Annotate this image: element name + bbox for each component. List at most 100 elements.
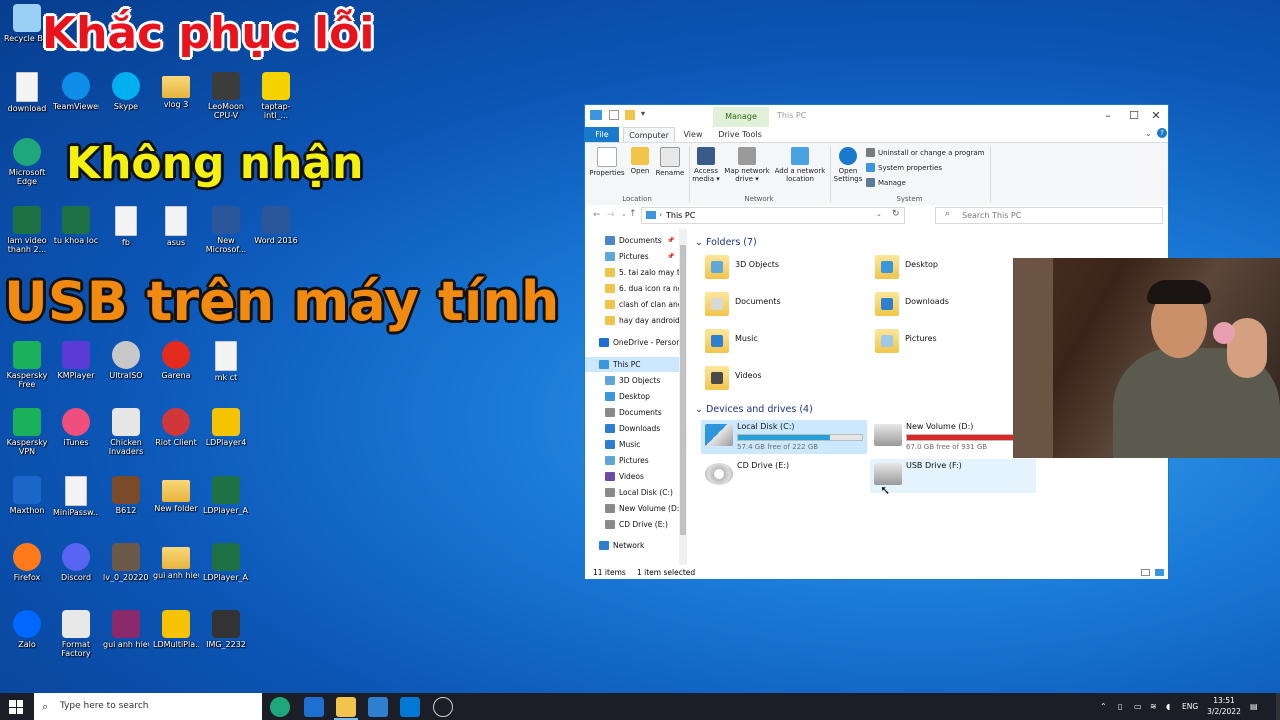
desktop-icon[interactable]: mk ct xyxy=(203,341,249,382)
properties-button[interactable]: Properties xyxy=(589,147,625,177)
system-properties-link[interactable]: System properties xyxy=(866,163,942,172)
mail-taskbar-icon[interactable] xyxy=(400,697,420,717)
drive-item[interactable]: USB Drive (F:) xyxy=(870,459,1036,493)
desktop-icon[interactable]: New folder xyxy=(153,476,199,513)
nav-item[interactable]: Documents 📌 xyxy=(585,233,679,248)
desktop-icon[interactable]: lv_0_20220... xyxy=(103,543,149,582)
new-folder-quick-icon[interactable] xyxy=(625,110,635,120)
volume-icon[interactable]: ◖ xyxy=(1166,693,1170,720)
add-network-location-button[interactable]: Add a network location xyxy=(773,147,827,183)
folder-item[interactable]: Desktop xyxy=(875,255,938,283)
desktop-icon[interactable]: Chicken Invaders xyxy=(103,408,149,456)
desktop-icon[interactable]: Riot Client xyxy=(153,408,199,447)
folder-item[interactable]: Documents xyxy=(705,292,781,320)
drives-section-header[interactable]: ⌄ Devices and drives (4) xyxy=(695,404,813,415)
manage-contextual-tab[interactable]: Manage xyxy=(713,107,769,127)
nav-item[interactable]: OneDrive - Person xyxy=(585,335,679,350)
refresh-icon[interactable]: ↻ xyxy=(892,209,900,219)
forward-arrow-icon[interactable]: → xyxy=(607,210,615,220)
desktop-icon[interactable]: Kaspersky Free xyxy=(4,341,50,389)
tab-computer[interactable]: Computer xyxy=(623,127,675,143)
folder-item[interactable]: Videos xyxy=(705,366,762,394)
desktop-icon[interactable]: fb xyxy=(103,206,149,247)
close-button[interactable]: ✕ xyxy=(1143,108,1168,124)
desktop-icon[interactable]: Word 2016 xyxy=(253,206,299,245)
drive-item[interactable]: CD Drive (E:) xyxy=(701,459,867,493)
nav-item[interactable]: Pictures 📌 xyxy=(585,249,679,264)
map-network-drive-button[interactable]: Map network drive ▾ xyxy=(723,147,771,183)
search-box[interactable]: Search This PC xyxy=(935,207,1163,224)
help-icon[interactable]: ? xyxy=(1157,128,1167,138)
open-button[interactable]: Open xyxy=(627,147,653,175)
desktop-icon[interactable]: vlog 3 xyxy=(153,72,199,109)
back-arrow-icon[interactable]: ← xyxy=(593,210,601,220)
usb-tray-icon[interactable]: ▯ xyxy=(1118,693,1122,720)
desktop-icon[interactable]: LeoMoon CPU-V xyxy=(203,72,249,120)
show-hidden-icons[interactable]: ⌃ xyxy=(1100,693,1107,720)
edge-taskbar-icon[interactable] xyxy=(270,697,290,717)
large-icons-view-icon[interactable] xyxy=(1155,569,1164,576)
rename-button[interactable]: Rename xyxy=(655,147,685,177)
desktop-icon[interactable]: tu khoa loc xyxy=(53,206,99,245)
tab-file[interactable]: File xyxy=(585,127,619,142)
desktop-icon[interactable]: download xyxy=(4,72,50,113)
nav-item[interactable]: 6. dua icon ra ng xyxy=(585,281,679,296)
quick-access-dropdown-icon[interactable]: ▾ xyxy=(641,109,645,118)
desktop-icon[interactable]: taptap-intl_... xyxy=(253,72,299,120)
uninstall-program-link[interactable]: Uninstall or change a program xyxy=(866,148,985,157)
microsoft-store-icon[interactable] xyxy=(368,697,388,717)
desktop-icon[interactable]: iTunes xyxy=(53,408,99,447)
language-indicator[interactable]: ENG xyxy=(1182,693,1198,720)
address-bar[interactable]: › This PC ⌄ ↻ xyxy=(641,207,905,224)
details-view-icon[interactable] xyxy=(1141,569,1150,576)
desktop-icon[interactable]: Garena xyxy=(153,341,199,380)
nav-item[interactable]: New Volume (D: xyxy=(585,501,679,516)
nav-item[interactable]: Local Disk (C:) xyxy=(585,485,679,500)
tab-drive-tools[interactable]: Drive Tools xyxy=(715,127,765,142)
notification-center-icon[interactable]: ▤ xyxy=(1250,693,1258,720)
desktop-icon[interactable]: Zalo xyxy=(4,610,50,649)
nav-item[interactable]: This PC xyxy=(585,357,679,372)
desktop-icon[interactable]: Firefox xyxy=(4,543,50,582)
nav-item[interactable]: clash of clan anc xyxy=(585,297,679,312)
folder-item[interactable]: Music xyxy=(705,329,758,357)
battery-icon[interactable]: ▭ xyxy=(1134,693,1142,720)
desktop-icon[interactable]: asus xyxy=(153,206,199,247)
drive-item[interactable]: New Volume (D:) 67.0 GB free of 931 GB xyxy=(870,420,1036,454)
nav-item[interactable]: Videos xyxy=(585,469,679,484)
start-button[interactable] xyxy=(9,700,23,714)
desktop-icon[interactable]: gui anh hieu xyxy=(103,610,149,649)
desktop-icon[interactable]: Maxthon xyxy=(4,476,50,515)
minimize-button[interactable]: – xyxy=(1095,108,1121,124)
desktop-icon[interactable]: Microsoft Edge xyxy=(4,138,50,186)
desktop-icon[interactable]: IMG_2232 xyxy=(203,610,249,649)
desktop-icon[interactable]: Format Factory xyxy=(53,610,99,658)
open-settings-button[interactable]: Open Settings xyxy=(832,147,864,183)
taskbar-search-box[interactable]: Type here to search xyxy=(34,693,262,720)
properties-quick-icon[interactable] xyxy=(609,110,619,120)
desktop-icon[interactable]: Kaspersky VPN xyxy=(4,408,50,456)
nav-item[interactable]: Network xyxy=(585,538,679,553)
nav-item[interactable]: CD Drive (E:) xyxy=(585,517,679,532)
folder-item[interactable]: Downloads xyxy=(875,292,949,320)
obs-taskbar-icon[interactable] xyxy=(433,697,453,717)
navigation-scrollbar-thumb[interactable] xyxy=(680,245,686,535)
nav-item[interactable]: Music xyxy=(585,437,679,452)
access-media-button[interactable]: Access media ▾ xyxy=(691,147,721,183)
desktop-icon[interactable]: Discord xyxy=(53,543,99,582)
desktop-icon[interactable]: New Microsof... xyxy=(203,206,249,254)
address-dropdown-icon[interactable]: ⌄ xyxy=(876,210,882,218)
nav-item[interactable]: Pictures xyxy=(585,453,679,468)
collapse-ribbon-icon[interactable]: ⌄ xyxy=(1145,129,1152,138)
desktop-icon[interactable]: KMPlayer xyxy=(53,341,99,380)
manage-link[interactable]: Manage xyxy=(866,178,906,187)
desktop-icon[interactable]: LDMultiPla... xyxy=(153,610,199,649)
desktop-icon[interactable]: LDPlayer_A... xyxy=(203,476,249,515)
clock[interactable]: 13:51 3/2/2022 xyxy=(1206,695,1242,717)
desktop-icon[interactable]: LDPlayer4 xyxy=(203,408,249,447)
desktop-icon[interactable]: B612 xyxy=(103,476,149,515)
folder-item[interactable]: Pictures xyxy=(875,329,937,357)
desktop-icon[interactable]: UltraISO xyxy=(103,341,149,380)
nav-item[interactable]: Documents xyxy=(585,405,679,420)
drive-item[interactable]: Local Disk (C:) 57.4 GB free of 222 GB xyxy=(701,420,867,454)
